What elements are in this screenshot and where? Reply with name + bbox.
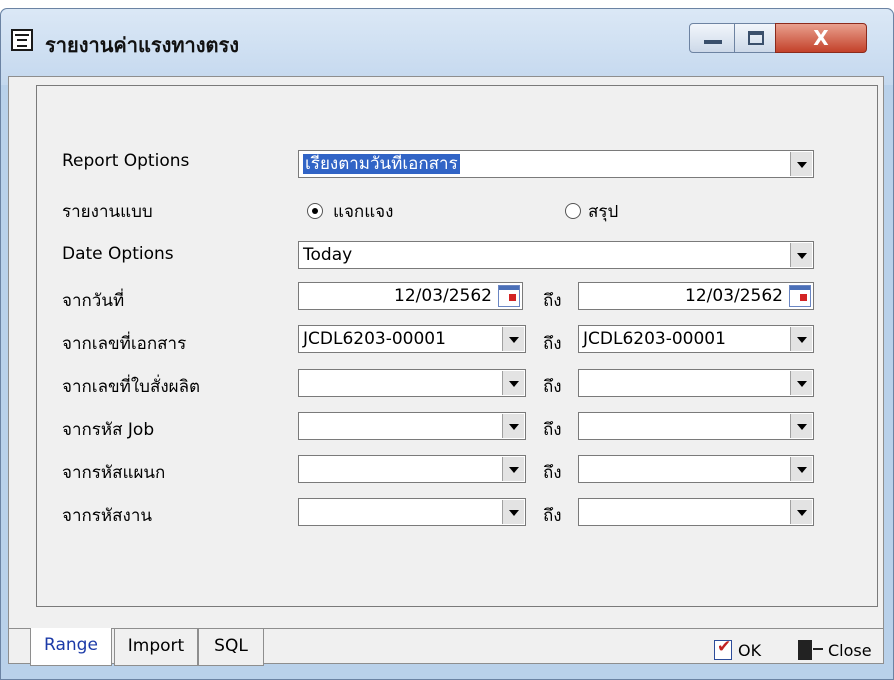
chevron-down-icon[interactable] [790,327,812,351]
chevron-down-icon[interactable] [790,152,812,176]
close-icon: X [813,26,829,50]
date-from-field[interactable]: 12/03/2562 [298,282,523,310]
close-label: Close [828,641,872,660]
report-document-icon [11,29,33,51]
date-to-value: 12/03/2562 [685,286,783,306]
chevron-down-icon[interactable] [790,371,812,395]
report-options-value: เรียงตามวันที่เอกสาร [303,154,460,174]
dept-code-to-select[interactable] [578,455,814,483]
chevron-down-icon[interactable] [502,500,524,524]
window-title: รายงานค่าแรงทางตรง [45,33,240,57]
ok-label: OK [738,641,762,660]
job-code-to-select[interactable] [578,412,814,440]
dept-code-label: จากรหัสแผนก [62,463,166,483]
chevron-down-icon[interactable] [790,414,812,438]
to-label: ถึง [543,506,562,526]
report-options-label: Report Options [62,151,190,171]
report-type-label: รายงานแบบ [62,202,153,222]
chevron-down-icon[interactable] [502,414,524,438]
to-label: ถึง [543,334,562,354]
tab-range[interactable]: Range [30,628,112,666]
doc-no-from-select[interactable]: JCDL6203-00001 [298,325,526,353]
close-button[interactable]: Close [798,638,882,662]
ok-button[interactable]: OK [714,637,774,662]
to-label: ถึง [543,463,562,483]
calendar-icon[interactable] [789,285,811,307]
title-bar[interactable]: รายงานค่าแรงทางตรง X [1,9,893,85]
radio-detail[interactable] [307,203,323,219]
minimize-icon [704,40,722,44]
radio-detail-label[interactable]: แจกแจง [333,198,393,225]
production-order-label: จากเลขที่ใบสั่งผลิต [62,377,201,397]
maximize-button[interactable] [734,23,776,53]
chevron-down-icon[interactable] [502,371,524,395]
date-from-value: 12/03/2562 [394,286,492,306]
doc-no-label: จากเลขที่เอกสาร [62,334,187,354]
job-code-from-select[interactable] [298,412,526,440]
minimize-button[interactable] [689,23,735,53]
ok-check-icon [714,637,732,660]
to-label: ถึง [543,377,562,397]
date-options-label: Date Options [62,244,174,264]
work-code-to-select[interactable] [578,498,814,526]
tab-import[interactable]: Import [114,628,198,666]
date-to-field[interactable]: 12/03/2562 [578,282,814,310]
chevron-down-icon[interactable] [502,457,524,481]
to-label: ถึง [543,420,562,440]
maximize-icon [748,31,764,45]
radio-summary-label[interactable]: สรุป [588,198,618,225]
date-range-label: จากวันที่ [62,291,125,311]
doc-no-to-select[interactable]: JCDL6203-00001 [578,325,814,353]
chevron-down-icon[interactable] [502,327,524,351]
work-code-label: จากรหัสงาน [62,506,152,526]
to-label: ถึง [543,291,562,311]
production-order-from-select[interactable] [298,369,526,397]
job-code-label: จากรหัส Job [62,420,155,440]
dept-code-from-select[interactable] [298,455,526,483]
tab-sql[interactable]: SQL [198,628,264,666]
close-window-button[interactable]: X [775,23,867,53]
date-options-value: Today [303,245,353,265]
radio-summary[interactable] [565,203,581,219]
exit-door-icon [798,640,823,660]
doc-no-to-value: JCDL6203-00001 [583,329,726,349]
report-options-select[interactable]: เรียงตามวันที่เอกสาร [298,150,814,178]
chevron-down-icon[interactable] [790,243,812,267]
work-code-from-select[interactable] [298,498,526,526]
doc-no-from-value: JCDL6203-00001 [303,329,446,349]
calendar-icon[interactable] [498,285,520,307]
chevron-down-icon[interactable] [790,500,812,524]
date-options-select[interactable]: Today [298,241,814,269]
production-order-to-select[interactable] [578,369,814,397]
chevron-down-icon[interactable] [790,457,812,481]
